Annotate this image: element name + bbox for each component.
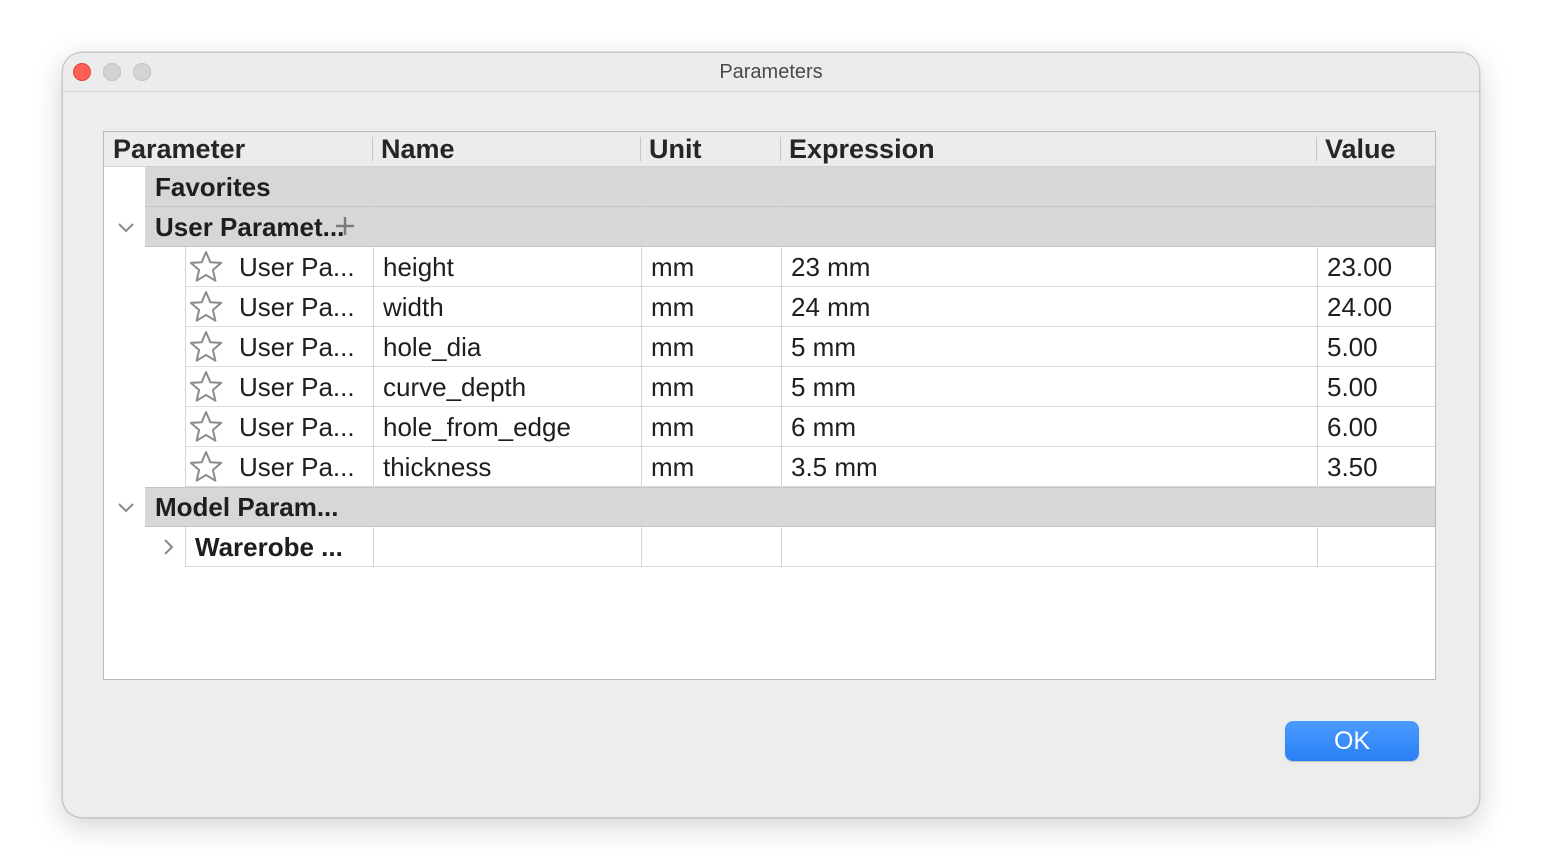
unit-cell[interactable]: mm [651, 447, 694, 487]
parameter-cell: User Pa... [239, 452, 355, 482]
table-row[interactable]: User Pa... hole_dia mm 5 mm 5.00 [104, 327, 1435, 367]
chevron-down-icon[interactable] [116, 497, 136, 517]
star-icon[interactable] [188, 249, 224, 285]
table-row[interactable]: User Pa... curve_depth mm 5 mm 5.00 [104, 367, 1435, 407]
unit-cell[interactable]: mm [651, 327, 694, 367]
table-header: Parameter Name Unit Expression Value [104, 132, 1435, 167]
component-label: Warerobe ... [195, 532, 343, 562]
group-label: Favorites [155, 172, 271, 202]
star-icon[interactable] [188, 409, 224, 445]
parameter-cell: User Pa... [239, 292, 355, 322]
value-cell: 6.00 [1327, 412, 1378, 442]
unit-cell[interactable]: mm [651, 287, 694, 327]
expression-cell[interactable]: 5 mm [791, 367, 856, 407]
column-header-expression[interactable]: Expression [789, 132, 935, 166]
value-cell: 5.00 [1327, 332, 1378, 362]
expression-cell[interactable]: 24 mm [791, 287, 870, 327]
table-row[interactable]: User Pa... thickness mm 3.5 mm 3.50 [104, 447, 1435, 487]
table-row-model-child[interactable]: Warerobe ... [104, 527, 1435, 567]
expression-cell[interactable]: 6 mm [791, 407, 856, 447]
star-icon[interactable] [188, 449, 224, 485]
name-cell[interactable]: hole_from_edge [383, 407, 571, 447]
expression-cell[interactable]: 23 mm [791, 247, 870, 287]
column-divider[interactable] [780, 137, 781, 161]
star-icon[interactable] [188, 289, 224, 325]
column-header-value[interactable]: Value [1325, 132, 1396, 166]
value-cell: 3.50 [1327, 452, 1378, 482]
group-row-user-parameters[interactable]: User Paramet... [104, 207, 1435, 247]
value-cell: 24.00 [1327, 292, 1393, 322]
value-cell: 5.00 [1327, 372, 1378, 402]
column-divider[interactable] [372, 137, 373, 161]
expression-cell[interactable]: 5 mm [791, 327, 856, 367]
column-header-parameter[interactable]: Parameter [113, 132, 245, 166]
name-cell[interactable]: curve_depth [383, 367, 526, 407]
unit-cell[interactable]: mm [651, 367, 694, 407]
name-cell[interactable]: thickness [383, 447, 491, 487]
plus-icon[interactable] [334, 215, 356, 237]
table-row[interactable]: User Pa... width mm 24 mm 24.00 [104, 287, 1435, 327]
parameters-table: Parameter Name Unit Expression Value Fav… [103, 131, 1436, 680]
star-icon[interactable] [188, 329, 224, 365]
parameter-cell: User Pa... [239, 332, 355, 362]
parameter-cell: User Pa... [239, 412, 355, 442]
chevron-down-icon[interactable] [116, 217, 136, 237]
parameter-cell: User Pa... [239, 252, 355, 282]
unit-cell[interactable]: mm [651, 407, 694, 447]
column-divider[interactable] [640, 137, 641, 161]
column-header-name[interactable]: Name [381, 132, 455, 166]
parameter-cell: User Pa... [239, 372, 355, 402]
name-cell[interactable]: width [383, 287, 444, 327]
parameters-dialog: Parameters Parameter Name Unit Expressio… [62, 52, 1480, 818]
name-cell[interactable]: hole_dia [383, 327, 481, 367]
table-row[interactable]: User Pa... hole_from_edge mm 6 mm 6.00 [104, 407, 1435, 447]
group-label: Model Param... [155, 492, 339, 522]
title-bar: Parameters [63, 53, 1479, 92]
group-row-model-parameters[interactable]: Model Param... [104, 487, 1435, 527]
value-cell: 23.00 [1327, 252, 1393, 282]
unit-cell[interactable]: mm [651, 247, 694, 287]
ok-button[interactable]: OK [1285, 721, 1419, 761]
expression-cell[interactable]: 3.5 mm [791, 447, 878, 487]
star-icon[interactable] [188, 369, 224, 405]
table-row[interactable]: User Pa... height mm 23 mm 23.00 [104, 247, 1435, 287]
window-title: Parameters [719, 61, 823, 83]
group-label: User Paramet... [155, 212, 345, 242]
group-row-favorites[interactable]: Favorites [104, 167, 1435, 207]
column-header-unit[interactable]: Unit [649, 132, 701, 166]
column-divider[interactable] [1316, 137, 1317, 161]
chevron-right-icon[interactable] [158, 537, 178, 557]
name-cell[interactable]: height [383, 247, 454, 287]
